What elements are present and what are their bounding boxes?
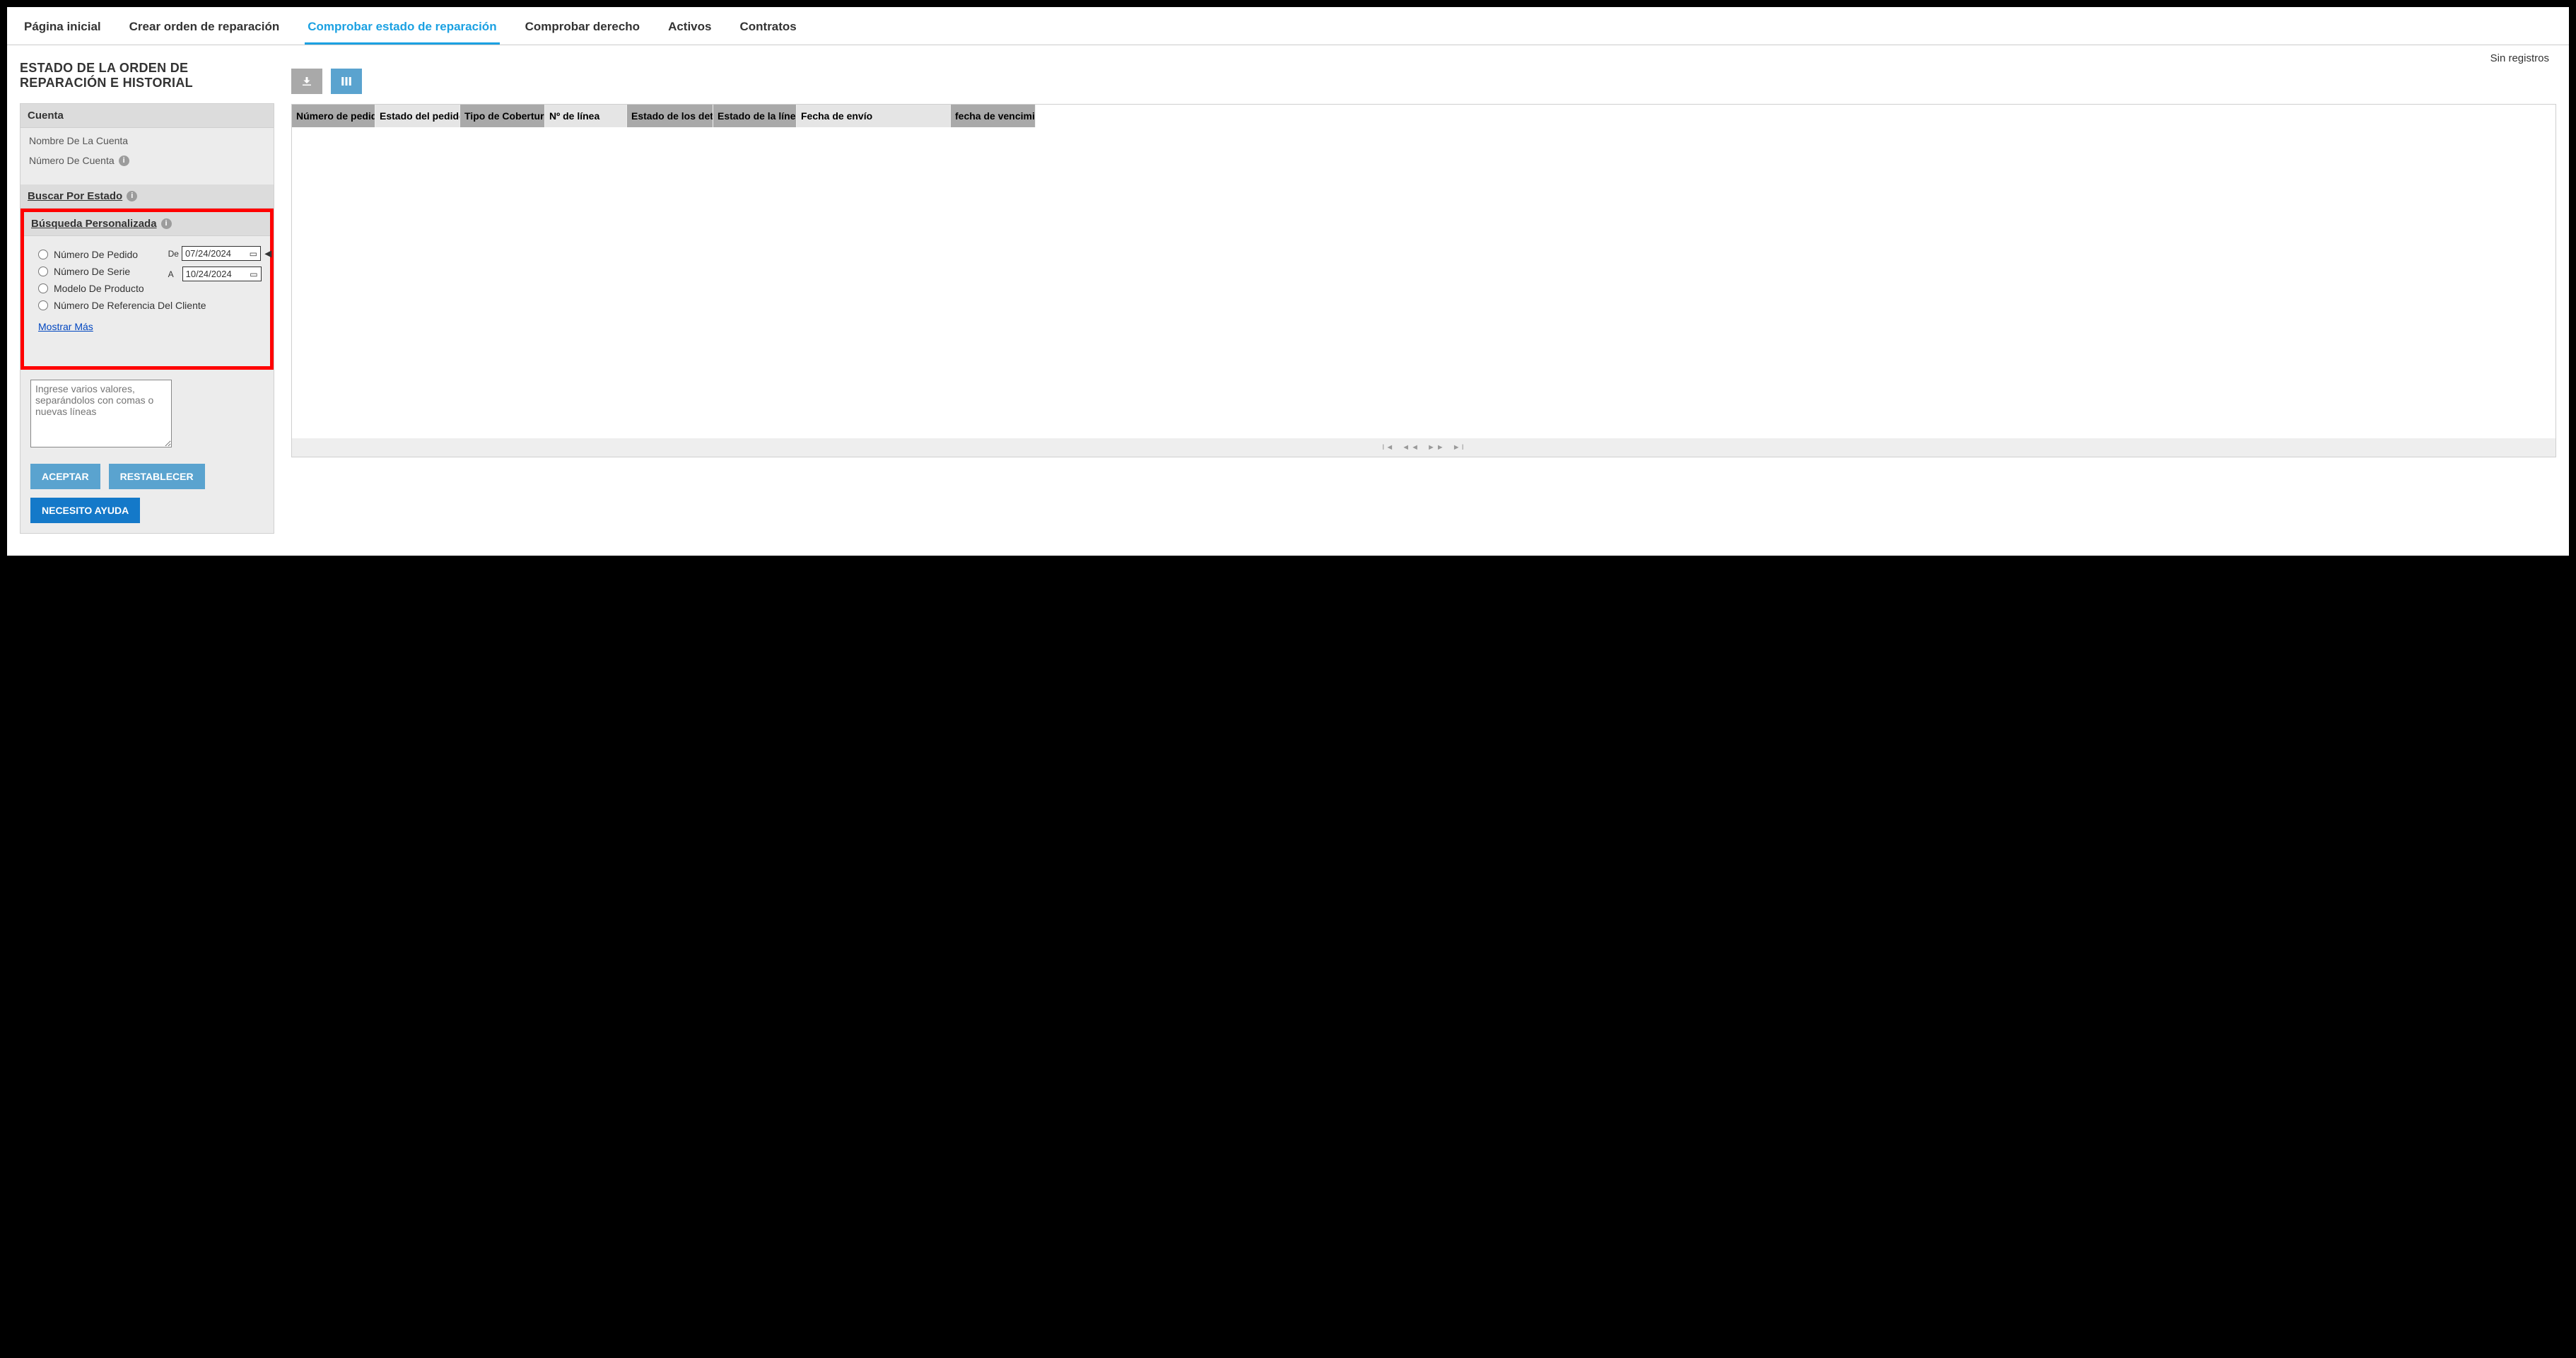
calendar-icon: ▭	[250, 249, 257, 259]
radio-label-3: Número De Referencia Del Cliente	[54, 300, 206, 311]
account-name-row: Nombre De La Cuenta	[29, 135, 265, 146]
nav-tab-2[interactable]: Comprobar estado de reparación	[305, 13, 499, 45]
custom-search-title: Búsqueda Personalizada	[31, 218, 157, 230]
date-from-row: De 07/24/2024 ▭ ◂	[168, 246, 271, 261]
calendar-icon: ▭	[250, 269, 257, 279]
pager-first-icon[interactable]: I◄	[1382, 443, 1395, 452]
nav-tab-3[interactable]: Comprobar derecho	[522, 13, 643, 45]
search-by-status-head[interactable]: Buscar Por Estado i	[21, 185, 274, 209]
account-body: Nombre De La Cuenta Número De Cuenta i	[21, 128, 274, 185]
date-from-input[interactable]: 07/24/2024 ▭	[182, 246, 261, 261]
grid-body	[292, 127, 2555, 438]
grid-header-row: Número de pedidoEstado del pedidoTipo de…	[292, 105, 2555, 127]
nav-tab-4[interactable]: Activos	[665, 13, 714, 45]
show-more-link[interactable]: Mostrar Más	[38, 321, 93, 332]
pager-next-icon[interactable]: ►►	[1427, 443, 1446, 452]
collapse-caret-icon[interactable]: ◂	[265, 246, 271, 261]
custom-search-highlight: Búsqueda Personalizada i Número De Pedid…	[21, 209, 274, 370]
date-from-value: 07/24/2024	[185, 248, 231, 259]
column-header-3[interactable]: Nº de línea	[545, 105, 627, 127]
column-header-7[interactable]: fecha de vencimie	[951, 105, 1036, 127]
column-header-5[interactable]: Estado de la línea	[713, 105, 797, 127]
sidebar: Cuenta Nombre De La Cuenta Número De Cue…	[20, 103, 274, 534]
no-records-label: Sin registros	[291, 52, 2556, 64]
search-by-status-title: Buscar Por Estado	[28, 190, 122, 202]
account-number-label: Número De Cuenta	[29, 155, 115, 166]
date-from-label: De	[168, 249, 179, 259]
date-to-label: A	[168, 269, 180, 279]
pager-prev-icon[interactable]: ◄◄	[1402, 443, 1420, 452]
date-block: De 07/24/2024 ▭ ◂ A 10/24/2024	[168, 246, 274, 281]
main-area: Sin registros Número de pedidoEstado del…	[291, 52, 2556, 457]
account-number-row: Número De Cuenta i	[29, 155, 265, 166]
nav-tab-5[interactable]: Contratos	[737, 13, 799, 45]
radio-label-1: Número De Serie	[54, 266, 130, 277]
info-icon[interactable]: i	[161, 218, 172, 229]
pager: I◄ ◄◄ ►► ►I	[292, 438, 2555, 457]
app-root: Página inicial Crear orden de reparación C…	[6, 6, 2570, 557]
multi-value-input[interactable]	[30, 380, 172, 447]
radio-0[interactable]	[38, 250, 48, 259]
sidebar-column: ESTADO DE LA ORDEN DE REPARACIÓN E HISTO…	[20, 52, 274, 534]
date-to-input[interactable]: 10/24/2024 ▭	[182, 267, 262, 281]
radio-label-0: Número De Pedido	[54, 249, 138, 260]
radio-label-2: Modelo De Producto	[54, 283, 144, 294]
date-to-value: 10/24/2024	[186, 269, 232, 279]
download-button[interactable]	[291, 69, 322, 94]
help-button[interactable]: NECESITO AYUDA	[30, 498, 140, 523]
info-icon[interactable]: i	[119, 156, 129, 166]
column-header-1[interactable]: Estado del pedido	[375, 105, 460, 127]
body-row: ESTADO DE LA ORDEN DE REPARACIÓN E HISTO…	[7, 45, 2569, 548]
column-header-0[interactable]: Número de pedido	[292, 105, 375, 127]
custom-search-head[interactable]: Búsqueda Personalizada i	[24, 212, 270, 236]
grid: Número de pedidoEstado del pedidoTipo de…	[291, 104, 2556, 457]
radio-2[interactable]	[38, 283, 48, 293]
account-section-head: Cuenta	[21, 104, 274, 128]
radio-1[interactable]	[38, 267, 48, 276]
nav-tab-1[interactable]: Crear orden de reparación	[127, 13, 283, 45]
nav-tab-0[interactable]: Página inicial	[21, 13, 104, 45]
page-title: ESTADO DE LA ORDEN DE REPARACIÓN E HISTO…	[20, 61, 274, 90]
account-title: Cuenta	[28, 110, 64, 122]
nav-tabs: Página inicial Crear orden de reparación C…	[7, 7, 2569, 45]
radio-row-2: Modelo De Producto	[38, 283, 264, 294]
download-icon	[300, 75, 313, 88]
columns-icon	[340, 75, 353, 88]
date-to-row: A 10/24/2024 ▭	[168, 267, 271, 281]
custom-search-body: Número De Pedido Número De Serie Modelo De…	[24, 236, 270, 338]
lower-sidebar: ACEPTAR RESTABLECER NECESITO AYUDA	[21, 370, 274, 533]
toolbar	[291, 69, 2556, 94]
radio-row-3: Número De Referencia Del Cliente	[38, 300, 264, 311]
accept-button[interactable]: ACEPTAR	[30, 464, 100, 489]
info-icon[interactable]: i	[127, 191, 137, 201]
pager-last-icon[interactable]: ►I	[1453, 443, 1465, 452]
columns-button[interactable]	[331, 69, 362, 94]
column-header-2[interactable]: Tipo de Cobertura	[460, 105, 545, 127]
button-row: ACEPTAR RESTABLECER	[30, 464, 264, 489]
column-header-6[interactable]: Fecha de envío	[797, 105, 951, 127]
column-header-4[interactable]: Estado de los detal	[627, 105, 713, 127]
account-name-label: Nombre De La Cuenta	[29, 135, 128, 146]
reset-button[interactable]: RESTABLECER	[109, 464, 205, 489]
radio-3[interactable]	[38, 300, 48, 310]
